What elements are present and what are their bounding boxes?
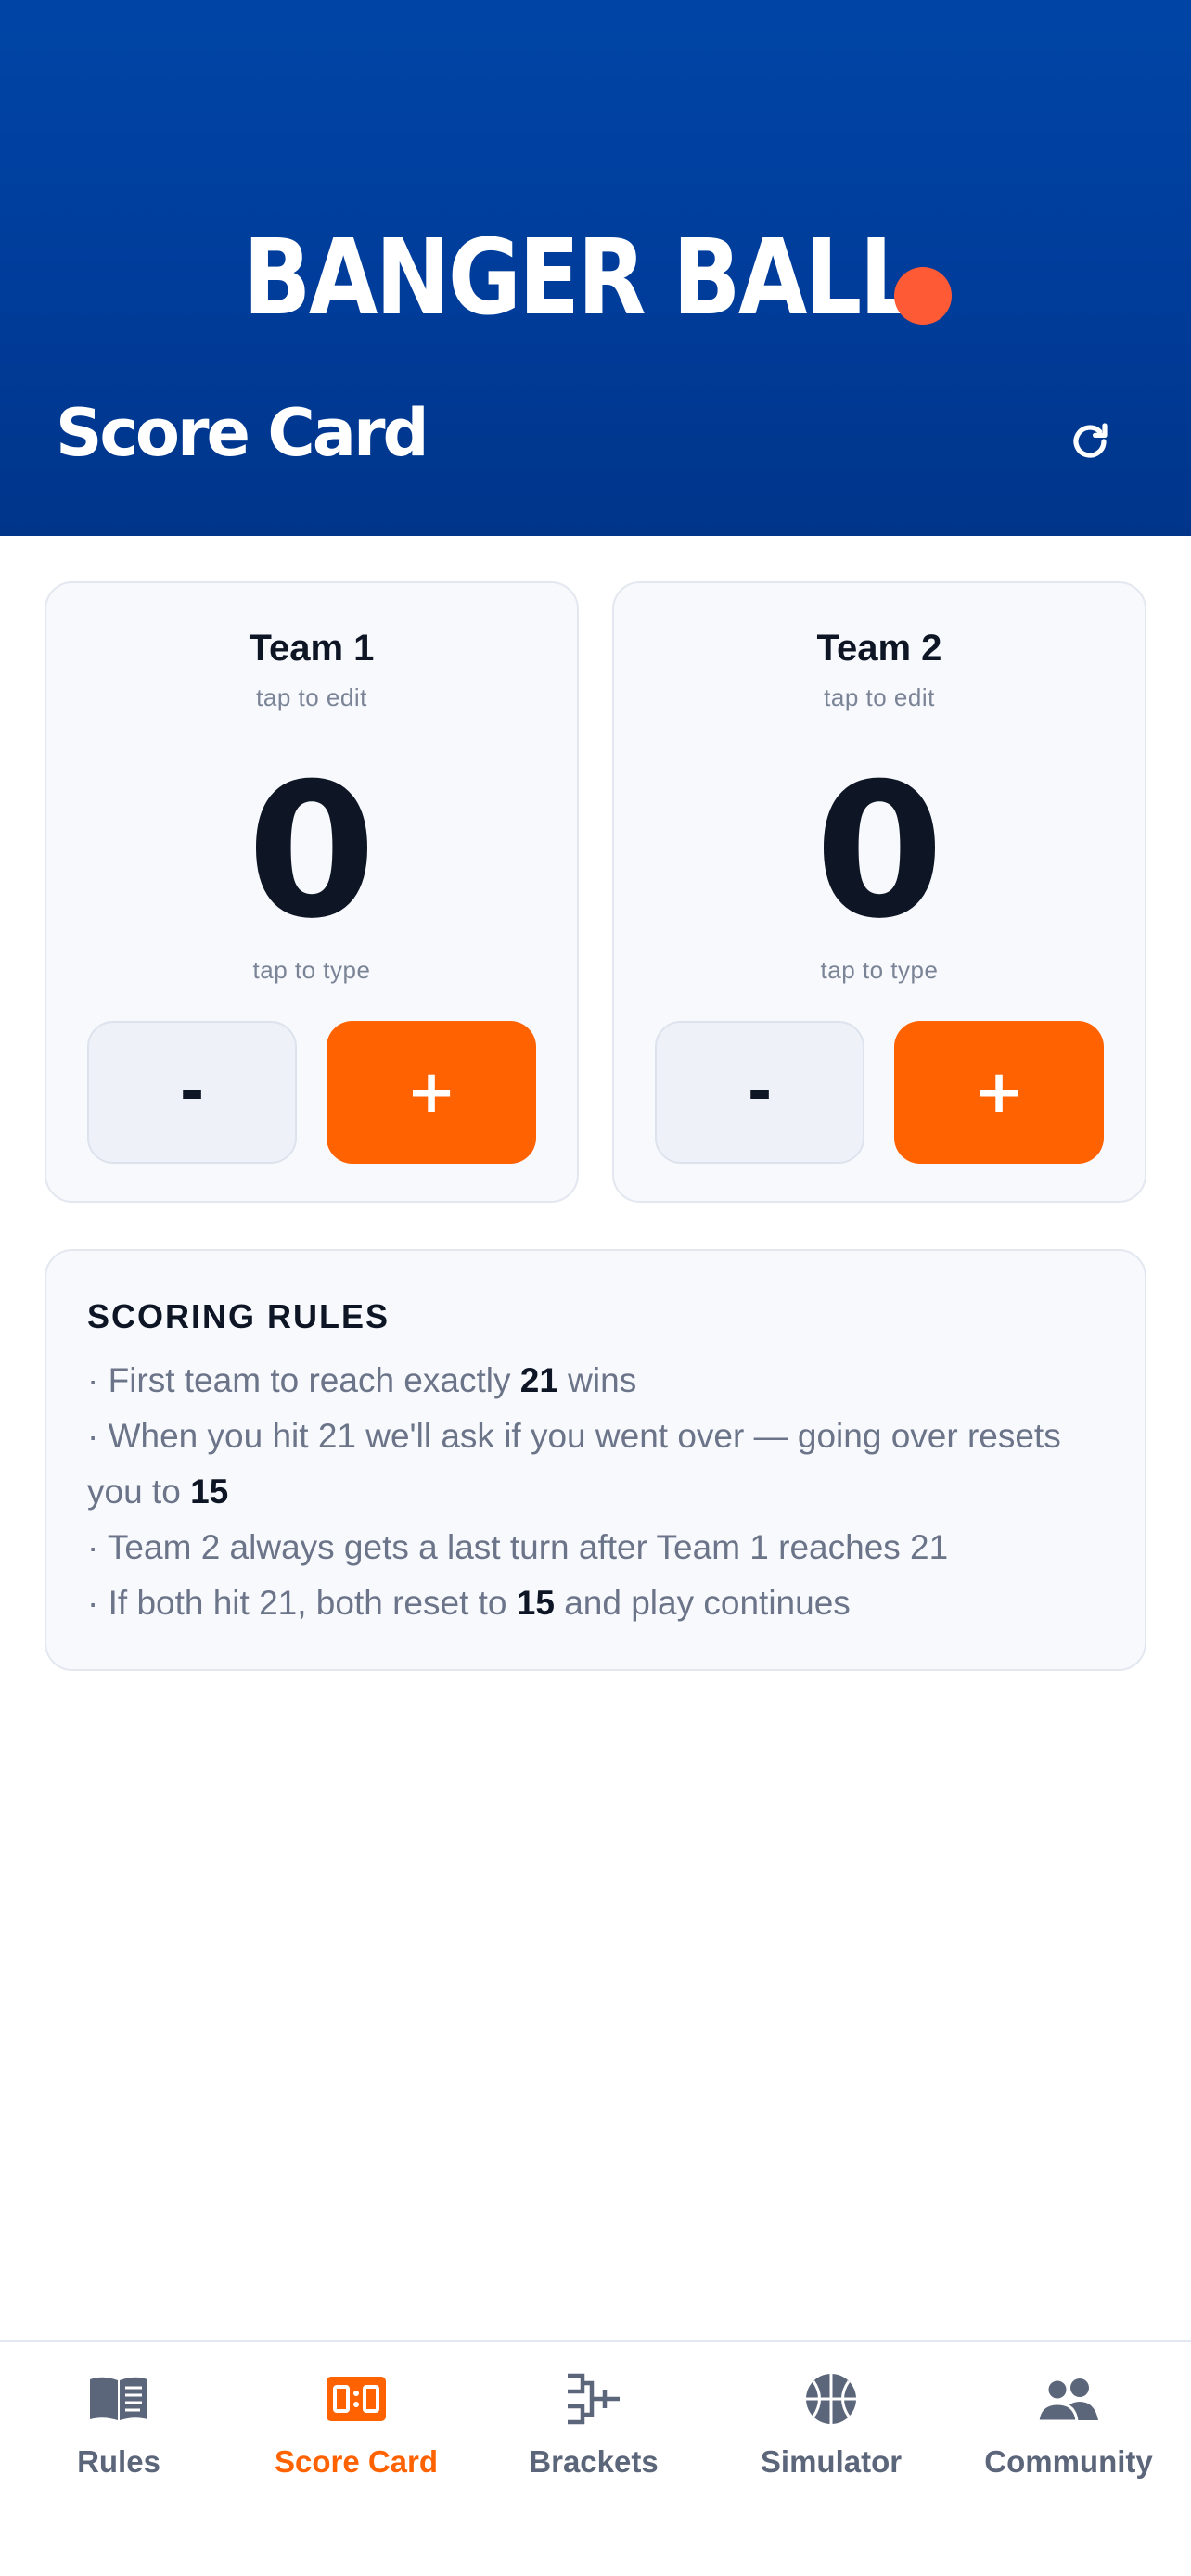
type-hint-1: tap to type	[252, 956, 371, 984]
page-title: Score Card	[56, 395, 429, 471]
nav-label-rules: Rules	[77, 2444, 160, 2479]
rule-line: · First team to reach exactly 21 wins	[87, 1361, 637, 1399]
team-name-2[interactable]: Team 2	[614, 628, 1145, 670]
book-icon	[90, 2377, 147, 2420]
banger-ball-logo: BANGER BALL	[243, 219, 1023, 330]
refresh-button[interactable]	[1057, 414, 1122, 469]
refresh-icon	[1073, 423, 1108, 458]
rules-list: · First team to reach exactly 21 wins · …	[87, 1353, 1117, 1631]
users-icon	[1037, 2378, 1098, 2422]
increment-button-2[interactable]: +	[894, 1021, 1104, 1164]
edit-hint-2: tap to edit	[824, 683, 935, 711]
team-card-2: Team 2 tap to edit 0 tap to type - +	[612, 581, 1146, 1203]
nav-label-community: Community	[984, 2444, 1153, 2479]
basketball-icon	[806, 2374, 856, 2424]
edit-hint-1: tap to edit	[256, 683, 367, 711]
decrement-button-2[interactable]: -	[655, 1021, 864, 1164]
nav-item-simulator[interactable]: Simulator	[712, 2370, 950, 2509]
bracket-icon	[568, 2373, 620, 2425]
team-card-1: Team 1 tap to edit 0 tap to type - +	[45, 581, 579, 1203]
nav-item-community[interactable]: Community	[950, 2370, 1187, 2509]
score-card-screen: BANGER BALL Score Card Team 1 tap to edi…	[0, 0, 1191, 2576]
rule-line: · If both hit 21, both reset to 15 and p…	[87, 1584, 851, 1622]
app-header: BANGER BALL Score Card	[0, 0, 1191, 536]
decrement-button-1[interactable]: -	[87, 1021, 297, 1164]
increment-button-1[interactable]: +	[327, 1021, 536, 1164]
bottom-nav: Rules Score Card Brackets Simulator Comm…	[0, 2340, 1191, 2576]
type-hint-2: tap to type	[820, 956, 939, 984]
logo-text: BANGER BALL	[243, 218, 916, 338]
nav-label-brackets: Brackets	[529, 2444, 659, 2479]
nav-label-score-card: Score Card	[274, 2444, 439, 2479]
team-name-1[interactable]: Team 1	[46, 628, 577, 670]
rule-line: · Team 2 always gets a last turn after T…	[87, 1528, 949, 1566]
nav-item-brackets[interactable]: Brackets	[475, 2370, 712, 2509]
score-1[interactable]: 0	[46, 759, 577, 945]
rule-line: · When you hit 21 we'll ask if you went …	[87, 1417, 1061, 1511]
nav-label-simulator: Simulator	[760, 2444, 903, 2479]
nav-item-score-card[interactable]: Score Card	[237, 2370, 475, 2509]
logo-dot	[894, 267, 952, 325]
scoring-rules-card: SCORING RULES · First team to reach exac…	[45, 1249, 1146, 1671]
score-2[interactable]: 0	[614, 759, 1145, 945]
rules-title: SCORING RULES	[87, 1297, 391, 1335]
nav-item-rules[interactable]: Rules	[0, 2370, 237, 2509]
scoreboard-icon	[327, 2377, 386, 2421]
